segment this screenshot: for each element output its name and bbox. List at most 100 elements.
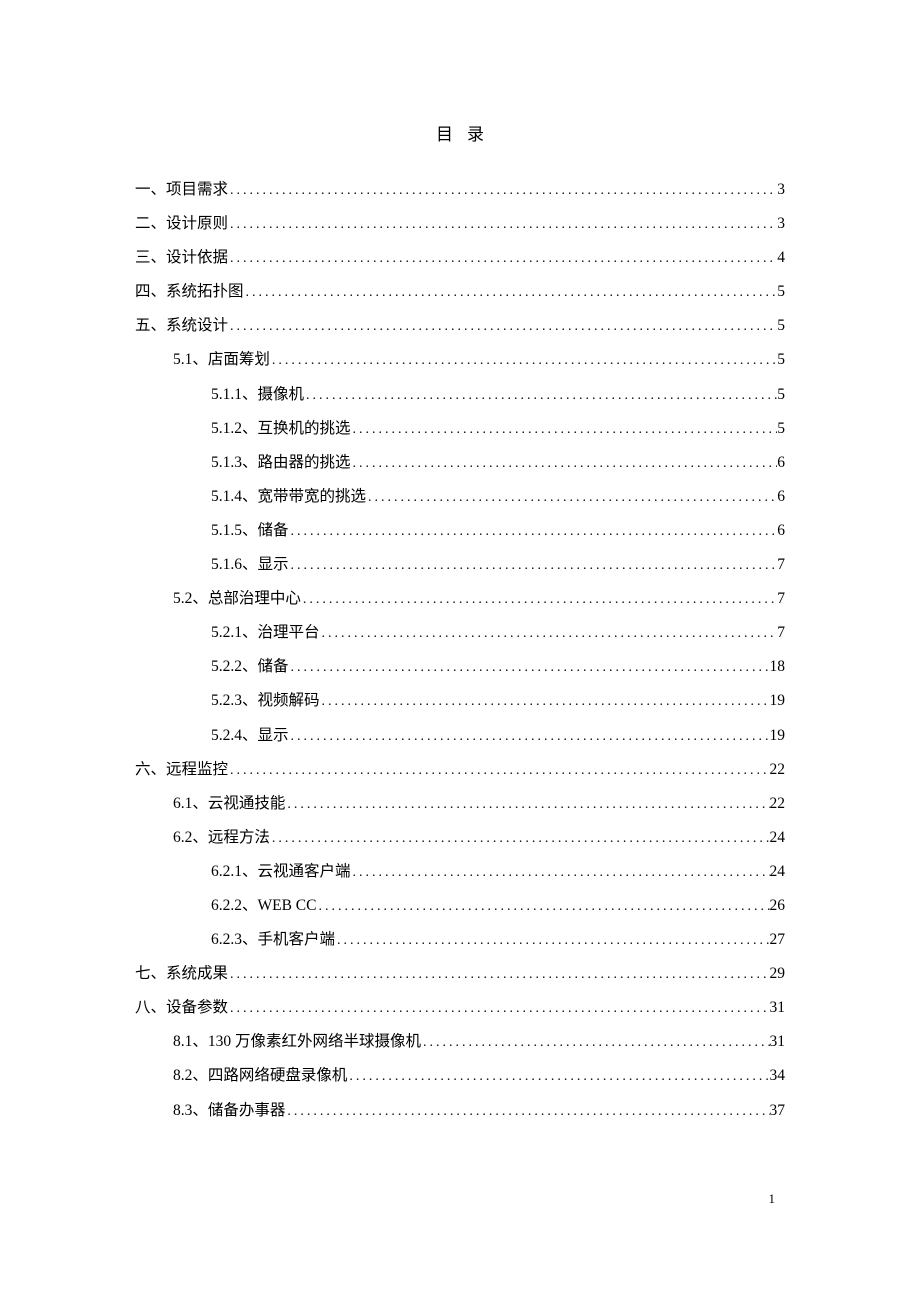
toc-page-number: 5 <box>777 275 785 309</box>
toc-page-number: 19 <box>770 684 786 718</box>
toc-dots <box>304 381 777 412</box>
toc-dots <box>317 892 770 923</box>
toc-page-number: 7 <box>777 548 785 582</box>
toc-page-number: 22 <box>770 753 786 787</box>
toc-label: 6.2.2、WEB CC <box>211 889 317 923</box>
toc-dots <box>351 415 778 446</box>
toc-dots <box>285 1097 769 1128</box>
toc-page-number: 4 <box>777 241 785 275</box>
toc-container: 一、项目需求3二、设计原则3三、设计依据4四、系统拓扑图5五、系统设计55.1、… <box>135 173 785 1128</box>
toc-dots <box>270 346 777 377</box>
toc-entry: 六、远程监控 22 <box>135 753 785 787</box>
toc-entry: 一、项目需求 3 <box>135 173 785 207</box>
toc-label: 5.1、店面筹划 <box>173 343 270 377</box>
toc-entry: 8.3、储备办事器 37 <box>135 1094 785 1128</box>
toc-entry: 5.1.6、显示 7 <box>135 548 785 582</box>
toc-label: 5.2.3、视频解码 <box>211 684 320 718</box>
toc-dots <box>228 312 777 343</box>
toc-title: 目录 <box>135 120 785 145</box>
toc-page-number: 27 <box>770 923 786 957</box>
toc-entry: 6.2.3、手机客户端 27 <box>135 923 785 957</box>
toc-page-number: 5 <box>777 343 785 377</box>
toc-entry: 三、设计依据 4 <box>135 241 785 275</box>
toc-dots <box>289 722 770 753</box>
document-page: 目录 一、项目需求3二、设计原则3三、设计依据4四、系统拓扑图5五、系统设计55… <box>0 0 920 1128</box>
toc-label: 七、系统成果 <box>135 957 228 991</box>
toc-label: 5.2.4、显示 <box>211 719 289 753</box>
toc-entry: 5.1.1、摄像机5 <box>135 378 785 412</box>
toc-dots <box>228 756 769 787</box>
toc-label: 5.1.3、路由器的挑选 <box>211 446 351 480</box>
toc-entry: 5.1.4、宽带带宽的挑选6 <box>135 480 785 514</box>
toc-label: 5.1.1、摄像机 <box>211 378 304 412</box>
toc-dots <box>228 176 777 207</box>
toc-entry: 四、系统拓扑图 5 <box>135 275 785 309</box>
toc-page-number: 19 <box>770 719 786 753</box>
toc-page-number: 31 <box>770 1025 786 1059</box>
toc-label: 一、项目需求 <box>135 173 228 207</box>
toc-dots <box>366 483 777 514</box>
toc-label: 5.2.1、治理平台 <box>211 616 320 650</box>
toc-label: 四、系统拓扑图 <box>135 275 244 309</box>
toc-dots <box>301 585 777 616</box>
toc-page-number: 5 <box>777 309 785 343</box>
toc-dots <box>228 210 777 241</box>
toc-entry: 八、设备参数31 <box>135 991 785 1025</box>
toc-label: 8.2、四路网络硬盘录像机 <box>173 1059 347 1093</box>
toc-page-number: 3 <box>777 207 785 241</box>
toc-label: 8.1、130 万像素红外网络半球摄像机 <box>173 1025 421 1059</box>
toc-dots <box>289 517 778 548</box>
toc-dots <box>421 1028 769 1059</box>
toc-entry: 5.1.2、互换机的挑选 5 <box>135 412 785 446</box>
toc-dots <box>351 858 770 889</box>
toc-entry: 8.2、四路网络硬盘录像机 34 <box>135 1059 785 1093</box>
toc-page-number: 5 <box>777 412 785 446</box>
toc-dots <box>228 244 777 275</box>
toc-label: 三、设计依据 <box>135 241 228 275</box>
toc-dots <box>347 1062 769 1093</box>
toc-label: 5.1.4、宽带带宽的挑选 <box>211 480 366 514</box>
toc-page-number: 6 <box>777 514 785 548</box>
toc-page-number: 6 <box>777 446 785 480</box>
toc-page-number: 34 <box>770 1059 786 1093</box>
toc-dots <box>335 926 769 957</box>
toc-dots <box>320 687 770 718</box>
toc-page-number: 22 <box>770 787 786 821</box>
toc-dots <box>289 653 770 684</box>
toc-page-number: 26 <box>770 889 786 923</box>
toc-entry: 6.1、云视通技能 22 <box>135 787 785 821</box>
toc-entry: 5.1、店面筹划 5 <box>135 343 785 377</box>
toc-page-number: 24 <box>770 821 786 855</box>
toc-dots <box>351 449 778 480</box>
toc-dots <box>289 551 778 582</box>
toc-label: 5.1.2、互换机的挑选 <box>211 412 351 446</box>
toc-entry: 5.1.3、路由器的挑选 6 <box>135 446 785 480</box>
toc-page-number: 3 <box>777 173 785 207</box>
toc-entry: 5.2.1、治理平台 7 <box>135 616 785 650</box>
toc-entry: 6.2.2、WEB CC 26 <box>135 889 785 923</box>
toc-label: 5.1.6、显示 <box>211 548 289 582</box>
toc-entry: 七、系统成果29 <box>135 957 785 991</box>
toc-label: 6.2、远程方法 <box>173 821 270 855</box>
toc-dots <box>244 278 778 309</box>
toc-label: 5.2、总部治理中心 <box>173 582 301 616</box>
toc-dots <box>285 790 769 821</box>
toc-entry: 5.2.2、储备18 <box>135 650 785 684</box>
toc-entry: 5.2.3、视频解码 19 <box>135 684 785 718</box>
toc-page-number: 37 <box>770 1094 786 1128</box>
toc-label: 二、设计原则 <box>135 207 228 241</box>
toc-page-number: 7 <box>777 616 785 650</box>
toc-entry: 8.1、130 万像素红外网络半球摄像机 31 <box>135 1025 785 1059</box>
toc-label: 6.1、云视通技能 <box>173 787 285 821</box>
toc-entry: 二、设计原则 3 <box>135 207 785 241</box>
toc-label: 6.2.1、云视通客户端 <box>211 855 351 889</box>
toc-entry: 6.2、远程方法 24 <box>135 821 785 855</box>
page-number: 1 <box>769 1191 776 1207</box>
toc-dots <box>228 960 769 991</box>
toc-label: 8.3、储备办事器 <box>173 1094 285 1128</box>
toc-label: 6.2.3、手机客户端 <box>211 923 335 957</box>
toc-dots <box>228 994 769 1025</box>
toc-page-number: 24 <box>770 855 786 889</box>
toc-entry: 6.2.1、云视通客户端 24 <box>135 855 785 889</box>
toc-label: 六、远程监控 <box>135 753 228 787</box>
